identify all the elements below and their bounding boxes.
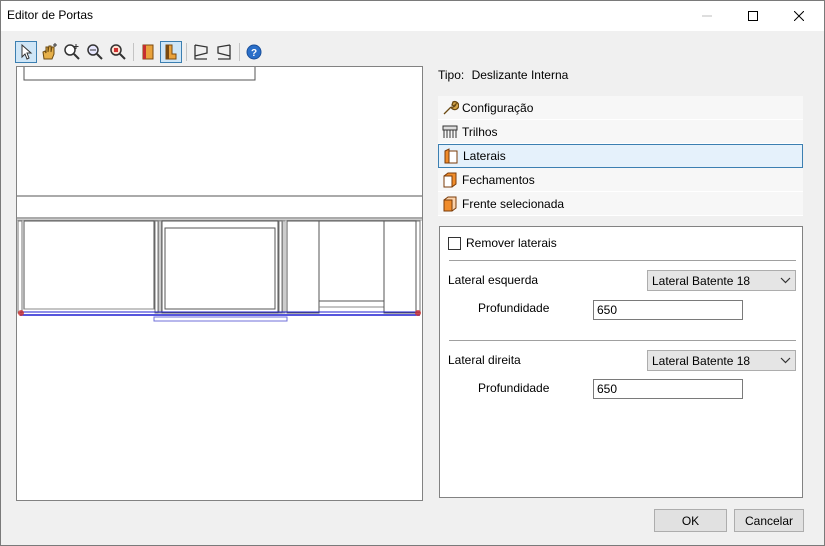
toolbar-separator bbox=[186, 43, 187, 61]
pan-hand-icon bbox=[42, 43, 57, 60]
section-label: Laterais bbox=[463, 149, 506, 163]
zoom-extents-button[interactable] bbox=[107, 41, 129, 63]
divider bbox=[449, 340, 796, 341]
section-list: Configuração Trilhos Laterais Fechamento… bbox=[438, 96, 803, 216]
zoom-extents-icon bbox=[110, 44, 126, 60]
side-view-button[interactable] bbox=[160, 41, 182, 63]
profundidade-esquerda-label: Profundidade bbox=[478, 301, 550, 315]
door-editor-window: Editor de Portas ? Tipo: Deslizante Inte… bbox=[0, 0, 825, 546]
view-side-icon bbox=[165, 44, 177, 60]
zoom-in-icon bbox=[64, 44, 80, 60]
profundidade-direita-value: 650 bbox=[597, 382, 618, 396]
section-label: Frente selecionada bbox=[462, 196, 565, 211]
close-icon bbox=[794, 11, 804, 21]
minimize-button[interactable] bbox=[684, 1, 730, 31]
view-right-icon bbox=[217, 44, 231, 60]
toolbar: ? bbox=[15, 40, 266, 64]
laterais-icon bbox=[442, 147, 460, 165]
right-view-button[interactable] bbox=[213, 41, 235, 63]
zoom-in-button[interactable] bbox=[61, 41, 83, 63]
rails-icon bbox=[441, 123, 459, 141]
view-left-icon bbox=[194, 44, 208, 60]
section-laterais[interactable]: Laterais bbox=[438, 144, 803, 168]
section-label: Configuração bbox=[462, 100, 534, 115]
maximize-button[interactable] bbox=[730, 1, 776, 31]
help-button[interactable]: ? bbox=[243, 41, 265, 63]
chevron-down-icon bbox=[780, 277, 791, 284]
frente-icon bbox=[441, 195, 459, 213]
lateral-esquerda-label: Lateral esquerda bbox=[448, 273, 539, 287]
profundidade-esquerda-value: 650 bbox=[597, 303, 618, 317]
toolbar-separator bbox=[239, 43, 240, 61]
window-title: Editor de Portas bbox=[7, 8, 94, 22]
select-tool-button[interactable] bbox=[15, 41, 37, 63]
section-label: Trilhos bbox=[462, 124, 498, 139]
lateral-direita-label: Lateral direita bbox=[448, 353, 521, 367]
svg-text:?: ? bbox=[251, 48, 257, 59]
pan-tool-button[interactable] bbox=[38, 41, 60, 63]
left-view-button[interactable] bbox=[190, 41, 212, 63]
chevron-down-icon bbox=[780, 357, 791, 364]
door-type-label: Tipo: Deslizante Interna bbox=[438, 68, 568, 82]
fechamentos-icon bbox=[441, 171, 459, 189]
lateral-esquerda-select[interactable]: Lateral Batente 18 bbox=[647, 270, 796, 291]
remover-laterais-label: Remover laterais bbox=[466, 236, 557, 250]
title-bar: Editor de Portas bbox=[1, 1, 824, 31]
door-preview-canvas[interactable] bbox=[16, 66, 423, 501]
door-drawing bbox=[17, 67, 422, 322]
checkbox-box[interactable] bbox=[448, 236, 461, 250]
select-pointer-icon bbox=[21, 44, 33, 60]
section-label: Fechamentos bbox=[462, 172, 535, 187]
cancel-button[interactable]: Cancelar bbox=[734, 509, 804, 532]
section-fechamentos[interactable]: Fechamentos bbox=[438, 168, 803, 192]
maximize-icon bbox=[748, 11, 758, 21]
lateral-esquerda-select-value: Lateral Batente 18 bbox=[652, 273, 751, 288]
divider bbox=[449, 260, 796, 261]
section-trilhos[interactable]: Trilhos bbox=[438, 120, 803, 144]
ok-button[interactable]: OK bbox=[654, 509, 727, 532]
laterais-panel: Remover laterais Lateral esquerda Latera… bbox=[439, 226, 803, 498]
profundidade-esquerda-input[interactable]: 650 bbox=[593, 300, 743, 320]
section-configuracao[interactable]: Configuração bbox=[438, 96, 803, 120]
front-view-button[interactable] bbox=[137, 41, 159, 63]
door-type-value: Deslizante Interna bbox=[471, 68, 569, 82]
section-frente-selecionada[interactable]: Frente selecionada bbox=[438, 192, 803, 216]
profundidade-direita-label: Profundidade bbox=[478, 381, 550, 395]
lateral-direita-select-value: Lateral Batente 18 bbox=[652, 353, 751, 368]
zoom-out-button[interactable] bbox=[84, 41, 106, 63]
remover-laterais-checkbox[interactable]: Remover laterais bbox=[448, 236, 557, 250]
close-button[interactable] bbox=[776, 1, 822, 31]
view-front-icon bbox=[142, 44, 154, 60]
profundidade-direita-input[interactable]: 650 bbox=[593, 379, 743, 399]
toolbar-separator bbox=[133, 43, 134, 61]
zoom-out-icon bbox=[87, 44, 103, 60]
lateral-direita-select[interactable]: Lateral Batente 18 bbox=[647, 350, 796, 371]
help-icon: ? bbox=[246, 44, 262, 60]
wrench-icon bbox=[441, 99, 459, 117]
door-type-caption: Tipo: bbox=[438, 68, 465, 82]
minimize-icon bbox=[702, 15, 712, 17]
